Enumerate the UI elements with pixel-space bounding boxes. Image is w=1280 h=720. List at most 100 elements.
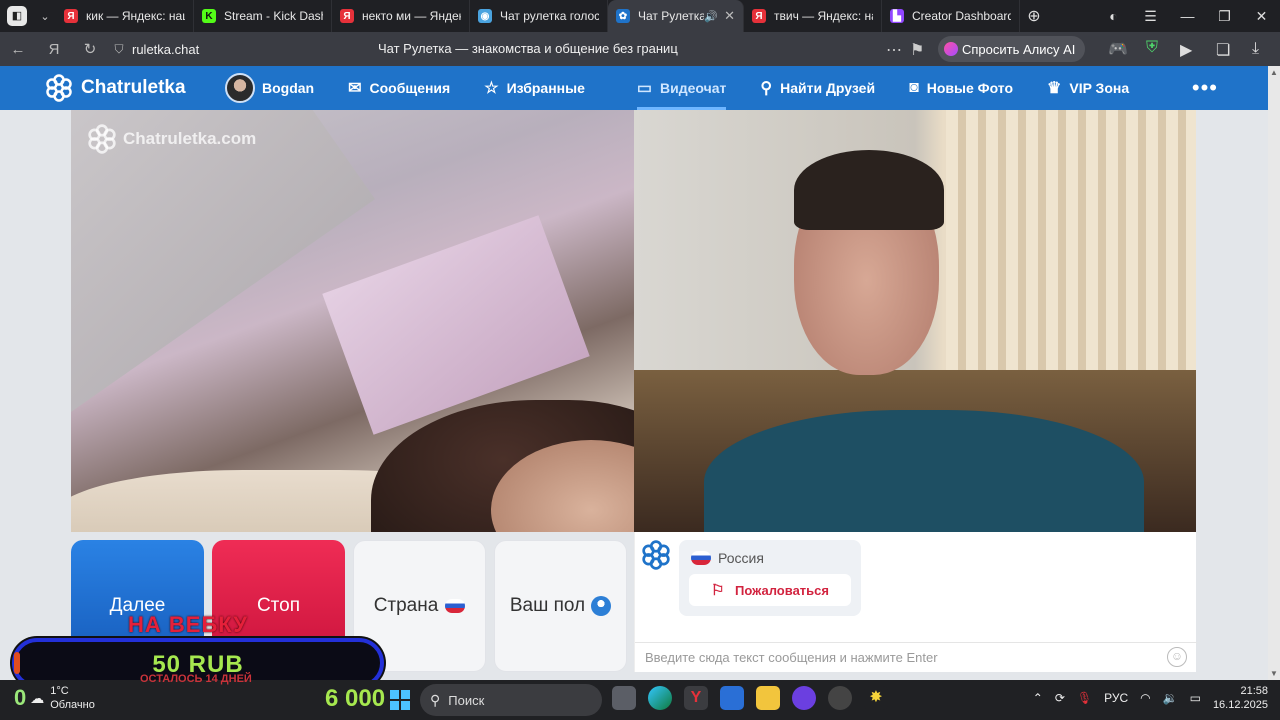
- sidebar-toggle-icon[interactable]: ◧: [0, 0, 34, 32]
- media-icon[interactable]: ▶: [1180, 40, 1192, 60]
- chatruletka-logo[interactable]: Chatruletka: [45, 74, 225, 102]
- language-indicator[interactable]: РУС: [1104, 691, 1128, 705]
- search-icon: ⚲: [430, 691, 441, 708]
- tab-4-active[interactable]: ✿ Чат Рулетка — 🔊 ✕: [608, 0, 744, 32]
- chat-icon: ◉: [478, 9, 492, 23]
- folder-icon[interactable]: [756, 686, 780, 710]
- tab-1[interactable]: K Stream - Kick Dashb: [194, 0, 332, 32]
- watermark: Chatruletka.com: [87, 124, 256, 154]
- tray-chevron-icon[interactable]: ⌃: [1033, 691, 1043, 705]
- profile-icon[interactable]: ◐: [1095, 8, 1132, 24]
- back-icon[interactable]: ←: [0, 41, 36, 58]
- tabs-menu-chevron-icon[interactable]: ⌄: [34, 10, 56, 23]
- tab-3[interactable]: ◉ Чат рулетка голосо: [470, 0, 608, 32]
- nav-vip[interactable]: ♛ VIP Зона: [1047, 66, 1129, 110]
- address-bar: ← Я ↻ ⛉ ruletka.chat Чат Рулетка — знако…: [0, 32, 1280, 66]
- speaker-icon[interactable]: 🔊: [704, 10, 718, 23]
- clock[interactable]: 21:58 16.12.2025: [1213, 684, 1268, 712]
- tab-5[interactable]: Я твич — Яндекс: наш: [744, 0, 882, 32]
- star-icon: ☆: [484, 80, 499, 97]
- more-menu-icon[interactable]: •••: [1192, 75, 1218, 101]
- window-controls: ◐ ☰ — ❐ ✕: [1095, 0, 1280, 32]
- report-button[interactable]: ⚐ Пожаловаться: [689, 574, 851, 606]
- tab-2[interactable]: Я некто ми — Яндекс:: [332, 0, 470, 32]
- nav-profile[interactable]: Bogdan: [225, 66, 314, 110]
- flower-logo-icon: [46, 74, 72, 102]
- page-scrollbar[interactable]: ▲ ▼: [1268, 66, 1280, 680]
- nav-favorites[interactable]: ☆ Избранные: [484, 66, 585, 110]
- overlay-top-text: НА ВЕБКУ: [128, 612, 248, 637]
- scroll-up-icon[interactable]: ▲: [1270, 68, 1278, 77]
- overlay-money: 6 000: [325, 685, 386, 712]
- yandex-icon: Я: [64, 9, 78, 23]
- task-view-icon[interactable]: [612, 686, 636, 710]
- restore-icon[interactable]: ❐: [1206, 8, 1243, 25]
- close-tab-icon[interactable]: ✕: [724, 8, 735, 24]
- flower-logo-icon: [88, 124, 116, 154]
- taskbar: 0 ☁ 1°C Облачно ОСТАЛОСЬ 14 ДНЕЙ 6 000 ⚲…: [0, 673, 1280, 720]
- twitch-icon: ▙: [890, 9, 904, 23]
- tab-0[interactable]: Я кик — Яндекс: нашл: [56, 0, 194, 32]
- sun-app-icon[interactable]: ✸: [864, 686, 888, 710]
- chat-input[interactable]: Введите сюда текст сообщения и нажмите E…: [635, 642, 1197, 672]
- tab-6[interactable]: ▙ Creator Dashboard: [882, 0, 1020, 32]
- weather-widget[interactable]: 0 ☁ 1°C Облачно: [14, 684, 95, 712]
- envelope-icon: ✉: [348, 80, 362, 97]
- edge-icon[interactable]: [648, 686, 672, 710]
- user-icon: [591, 596, 612, 616]
- store-icon[interactable]: [720, 686, 744, 710]
- microphone-icon[interactable]: 🎙: [1077, 691, 1092, 705]
- overlay-sub-text: ОСТАЛОСЬ 14 ДНЕЙ: [140, 673, 252, 685]
- minimize-icon[interactable]: —: [1169, 8, 1206, 24]
- app-icon[interactable]: [828, 686, 852, 710]
- url-text[interactable]: ruletka.chat: [132, 42, 199, 57]
- site-navbar: Chatruletka Bogdan ✉ Сообщения ☆ Избранн…: [0, 66, 1268, 110]
- weather-temp: 1°C: [50, 685, 69, 697]
- bookmark-icon[interactable]: ⚑: [910, 40, 924, 60]
- collections-icon[interactable]: ❏: [1216, 40, 1230, 60]
- partner-country: Россия: [691, 550, 764, 566]
- more-icon[interactable]: ⋯: [886, 40, 902, 60]
- shield-icon[interactable]: ⛨: [1146, 39, 1158, 57]
- wifi-icon[interactable]: ◠: [1140, 691, 1150, 705]
- gender-button[interactable]: Ваш пол: [494, 540, 627, 672]
- self-video: [634, 110, 1196, 532]
- flag-icon: ⚐: [711, 582, 725, 599]
- yandex-home-icon[interactable]: Я: [36, 41, 72, 58]
- yandex-icon: Я: [340, 9, 354, 23]
- camera-icon: ▭: [636, 80, 652, 97]
- russia-flag-icon: [445, 599, 466, 613]
- photo-icon: ◙: [909, 79, 919, 96]
- close-window-icon[interactable]: ✕: [1243, 8, 1280, 25]
- volume-icon[interactable]: 🔉: [1163, 691, 1178, 705]
- nav-messages[interactable]: ✉ Сообщения: [348, 66, 450, 110]
- ask-alice-button[interactable]: Спросить Алису AI: [938, 36, 1086, 62]
- taskbar-search[interactable]: ⚲ Поиск: [420, 684, 602, 716]
- avatar: [225, 73, 255, 103]
- crown-icon: ♛: [1047, 80, 1062, 97]
- cloud-icon: ☁: [30, 689, 45, 706]
- menu-icon[interactable]: ☰: [1132, 8, 1169, 25]
- flower-logo-icon: [642, 540, 670, 570]
- chat-panel: Россия ⚐ Пожаловаться Введите сюда текст…: [634, 532, 1197, 672]
- yandex-browser-icon[interactable]: Y: [684, 686, 708, 710]
- emoji-icon[interactable]: ☺: [1167, 647, 1187, 667]
- download-icon[interactable]: ⤓: [1252, 40, 1259, 58]
- page-title: Чат Рулетка — знакомства и общение без г…: [378, 41, 678, 56]
- obs-icon[interactable]: [792, 686, 816, 710]
- chatruletka-icon: ✿: [616, 9, 630, 23]
- windows-start-icon[interactable]: [390, 690, 410, 710]
- games-icon[interactable]: 🎮: [1108, 39, 1128, 59]
- reload-icon[interactable]: ↻: [72, 40, 108, 58]
- sync-icon[interactable]: ⟳: [1055, 691, 1065, 705]
- system-tray: ⌃ ⟳ 🎙 РУС ◠ 🔉 ▭ 21:58 16.12.2025: [1033, 684, 1268, 712]
- nav-find-friends[interactable]: ⚲ Найти Друзей: [760, 66, 875, 110]
- browser-tab-bar: ◧ ⌄ Я кик — Яндекс: нашл K Stream - Kick…: [0, 0, 1280, 32]
- nav-new-photos[interactable]: ◙ Новые Фото: [909, 66, 1013, 110]
- site-info-icon[interactable]: ⛉: [108, 42, 130, 57]
- weather-desc: Облачно: [50, 699, 95, 711]
- nav-videochat[interactable]: ▭ Видеочат: [636, 66, 726, 110]
- new-tab-icon[interactable]: ⊕: [1020, 6, 1048, 26]
- scroll-down-icon[interactable]: ▼: [1270, 669, 1278, 678]
- battery-icon[interactable]: ▭: [1190, 691, 1201, 705]
